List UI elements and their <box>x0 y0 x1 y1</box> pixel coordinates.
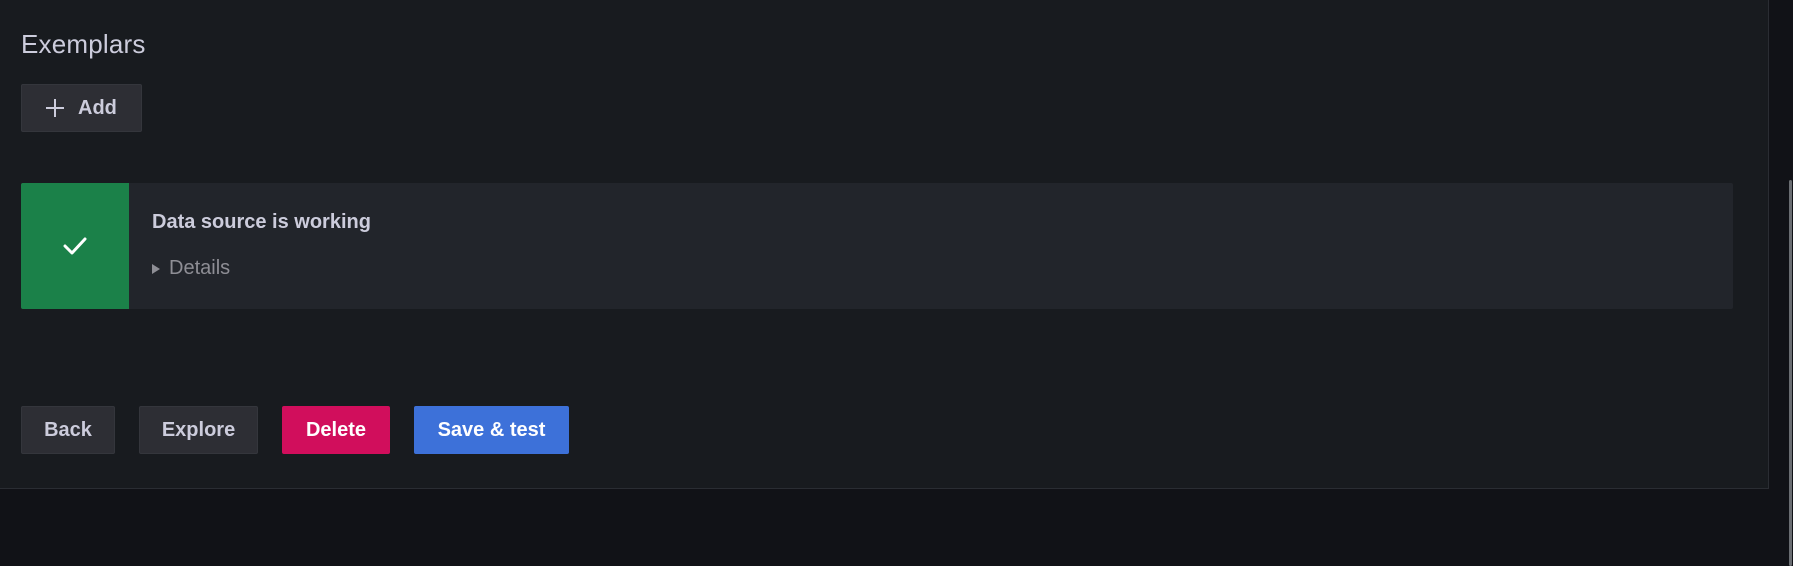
explore-button[interactable]: Explore <box>139 406 258 454</box>
check-icon <box>63 237 87 255</box>
datasource-status-alert: Data source is working Details <box>21 183 1733 309</box>
back-button[interactable]: Back <box>21 406 115 454</box>
alert-title: Data source is working <box>152 211 371 233</box>
exemplars-section-title: Exemplars <box>21 29 146 59</box>
save-and-test-button[interactable]: Save & test <box>414 406 569 454</box>
delete-button[interactable]: Delete <box>282 406 390 454</box>
scrollbar-thumb[interactable] <box>1789 180 1792 566</box>
add-exemplar-button[interactable]: Add <box>21 84 142 132</box>
add-exemplar-label: Add <box>78 96 117 119</box>
triangle-right-icon <box>152 263 160 274</box>
datasource-settings-panel: Exemplars Add Data source is working Det… <box>0 0 1769 489</box>
details-toggle[interactable]: Details <box>152 257 230 280</box>
alert-status-box <box>21 183 129 309</box>
plus-icon <box>46 99 64 117</box>
details-label: Details <box>169 257 231 279</box>
alert-body: Data source is working Details <box>129 183 1733 309</box>
